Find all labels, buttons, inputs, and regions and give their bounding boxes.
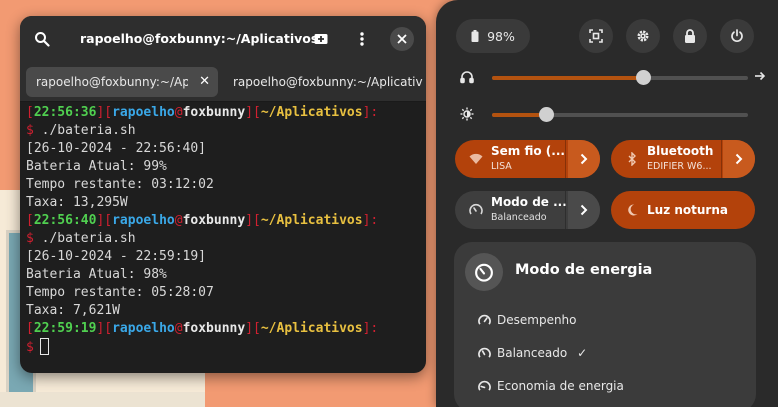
tab-label: rapoelho@foxbunny:~/Aplicativos [36,75,188,89]
night-light-title: Luz noturna [647,203,728,217]
screenshot-icon [589,29,603,43]
command-line: $ ./bateria.sh [26,231,136,246]
output-line: Tempo restante: 03:12:02 [26,177,214,192]
power-mode-title: Modo de ... [491,195,567,209]
kebab-menu-icon [360,32,364,46]
wifi-title: Sem fio (... [491,144,565,158]
volume-slider-fill [492,76,644,80]
speedometer-icon [475,263,493,282]
search-icon [35,32,50,47]
input-line[interactable]: $ [26,338,420,357]
search-button[interactable] [28,25,56,53]
gear-icon [637,30,649,42]
headphones-icon [460,71,474,84]
power-button[interactable] [720,19,754,53]
power-mode-toggle-main[interactable]: Modo de ... Balanceado [455,191,567,229]
power-mode-value: Balanceado [491,212,547,223]
bluetooth-icon [628,152,636,166]
text-cursor [39,338,49,355]
bluetooth-device: EDIFIER W6... [647,161,712,172]
close-window-button[interactable] [390,27,414,51]
wifi-toggle-main[interactable]: Sem fio (... LISA [455,140,565,178]
power-mode-toggle[interactable]: Modo de ... Balanceado [455,191,600,229]
power-mode-performance[interactable]: Desempenho [478,310,577,330]
output-line: [26-10-2024 - 22:56:40] [26,141,207,156]
power-mode-menu: Modo de energia Desempenho Balanceado ✓ … [454,242,756,407]
brightness-icon [460,107,474,121]
bluetooth-menu-button[interactable] [723,140,755,178]
menu-item-label: Economia de energia [497,379,624,393]
battery-percentage: 98% [487,28,515,44]
speedometer-icon [469,203,483,215]
wifi-menu-button[interactable] [568,140,600,178]
wallpaper-base [0,392,205,407]
close-icon [397,34,407,44]
wifi-toggle[interactable]: Sem fio (... LISA [455,140,600,178]
speedometer-icon [478,314,491,325]
prompt-line: [22:56:36][rapoelho@foxbunny][~/Aplicati… [26,105,379,120]
lock-icon [685,29,695,43]
battery-button[interactable]: 98% [456,19,530,53]
output-line: Bateria Atual: 99% [26,159,167,174]
chevron-right-icon [580,204,588,216]
wifi-icon [469,153,483,164]
power-mode-saver[interactable]: Economia de energia [478,376,624,396]
quick-settings-panel: 98% Sem fio (... LISA Bluetooth EDIFIER … [436,0,778,407]
brightness-slider-knob[interactable] [538,107,554,122]
night-light-toggle[interactable]: Luz noturna [611,191,755,229]
power-mode-balanced[interactable]: Balanceado ✓ [478,343,587,363]
new-tab-button[interactable] [307,25,335,53]
volume-slider-row [460,68,766,88]
volume-slider-knob[interactable] [636,70,652,85]
terminal-title: rapoelho@foxbunny:~/Aplicativos [80,31,319,46]
prompt-line: [22:59:19][rapoelho@foxbunny][~/Aplicati… [26,321,379,336]
chevron-right-icon [735,153,743,165]
volume-slider[interactable] [492,70,748,85]
bluetooth-toggle[interactable]: Bluetooth EDIFIER W6... [611,140,755,178]
command-line: $ ./bateria.sh [26,123,136,138]
output-line: [26-10-2024 - 22:59:19] [26,249,207,264]
speedometer-icon [478,347,491,358]
power-mode-header-icon [465,253,503,291]
tab-label: rapoelho@foxbunny:~/Aplicativos [233,75,423,89]
output-line: Bateria Atual: 98% [26,267,167,282]
brightness-slider-fill [492,113,546,117]
prompt-line: [22:56:40][rapoelho@foxbunny][~/Aplicati… [26,213,379,228]
menu-item-label: Balanceado [497,346,568,360]
power-mode-menu-button[interactable] [568,191,600,229]
screenshot-button[interactable] [579,19,613,53]
output-line: Tempo restante: 05:28:07 [26,285,214,300]
power-icon [731,29,743,43]
output-line: Taxa: 13,295W [26,195,128,210]
battery-icon [471,30,479,42]
menu-button[interactable] [348,25,376,53]
checkmark-icon: ✓ [577,346,588,360]
bluetooth-toggle-main[interactable]: Bluetooth EDIFIER W6... [611,140,721,178]
tab-2[interactable]: rapoelho@foxbunny:~/Aplicativos [223,67,423,97]
lock-button[interactable] [673,19,707,53]
settings-button[interactable] [626,19,660,53]
moon-icon [628,204,638,216]
menu-item-label: Desempenho [497,313,577,327]
output-line: Taxa: 7,621W [26,303,120,318]
chevron-right-icon [580,153,588,165]
speedometer-icon [478,380,491,391]
bluetooth-title: Bluetooth [647,144,714,158]
brightness-slider-row [460,105,760,125]
brightness-slider[interactable] [492,107,748,122]
arrow-right-icon[interactable] [754,70,766,82]
tab-close-icon[interactable]: ✕ [199,67,210,97]
terminal-output[interactable]: [22:56:36][rapoelho@foxbunny][~/Aplicati… [20,102,426,357]
new-tab-icon [314,34,328,44]
terminal-window[interactable]: rapoelho@foxbunny:~/Aplicativos rapoelho… [20,16,426,373]
tab-bar: rapoelho@foxbunny:~/Aplicativos ✕ rapoel… [20,62,426,102]
terminal-headerbar: rapoelho@foxbunny:~/Aplicativos [20,16,426,62]
wifi-network: LISA [491,161,512,172]
tab-1[interactable]: rapoelho@foxbunny:~/Aplicativos ✕ [26,67,218,97]
power-mode-menu-title: Modo de energia [515,262,653,278]
